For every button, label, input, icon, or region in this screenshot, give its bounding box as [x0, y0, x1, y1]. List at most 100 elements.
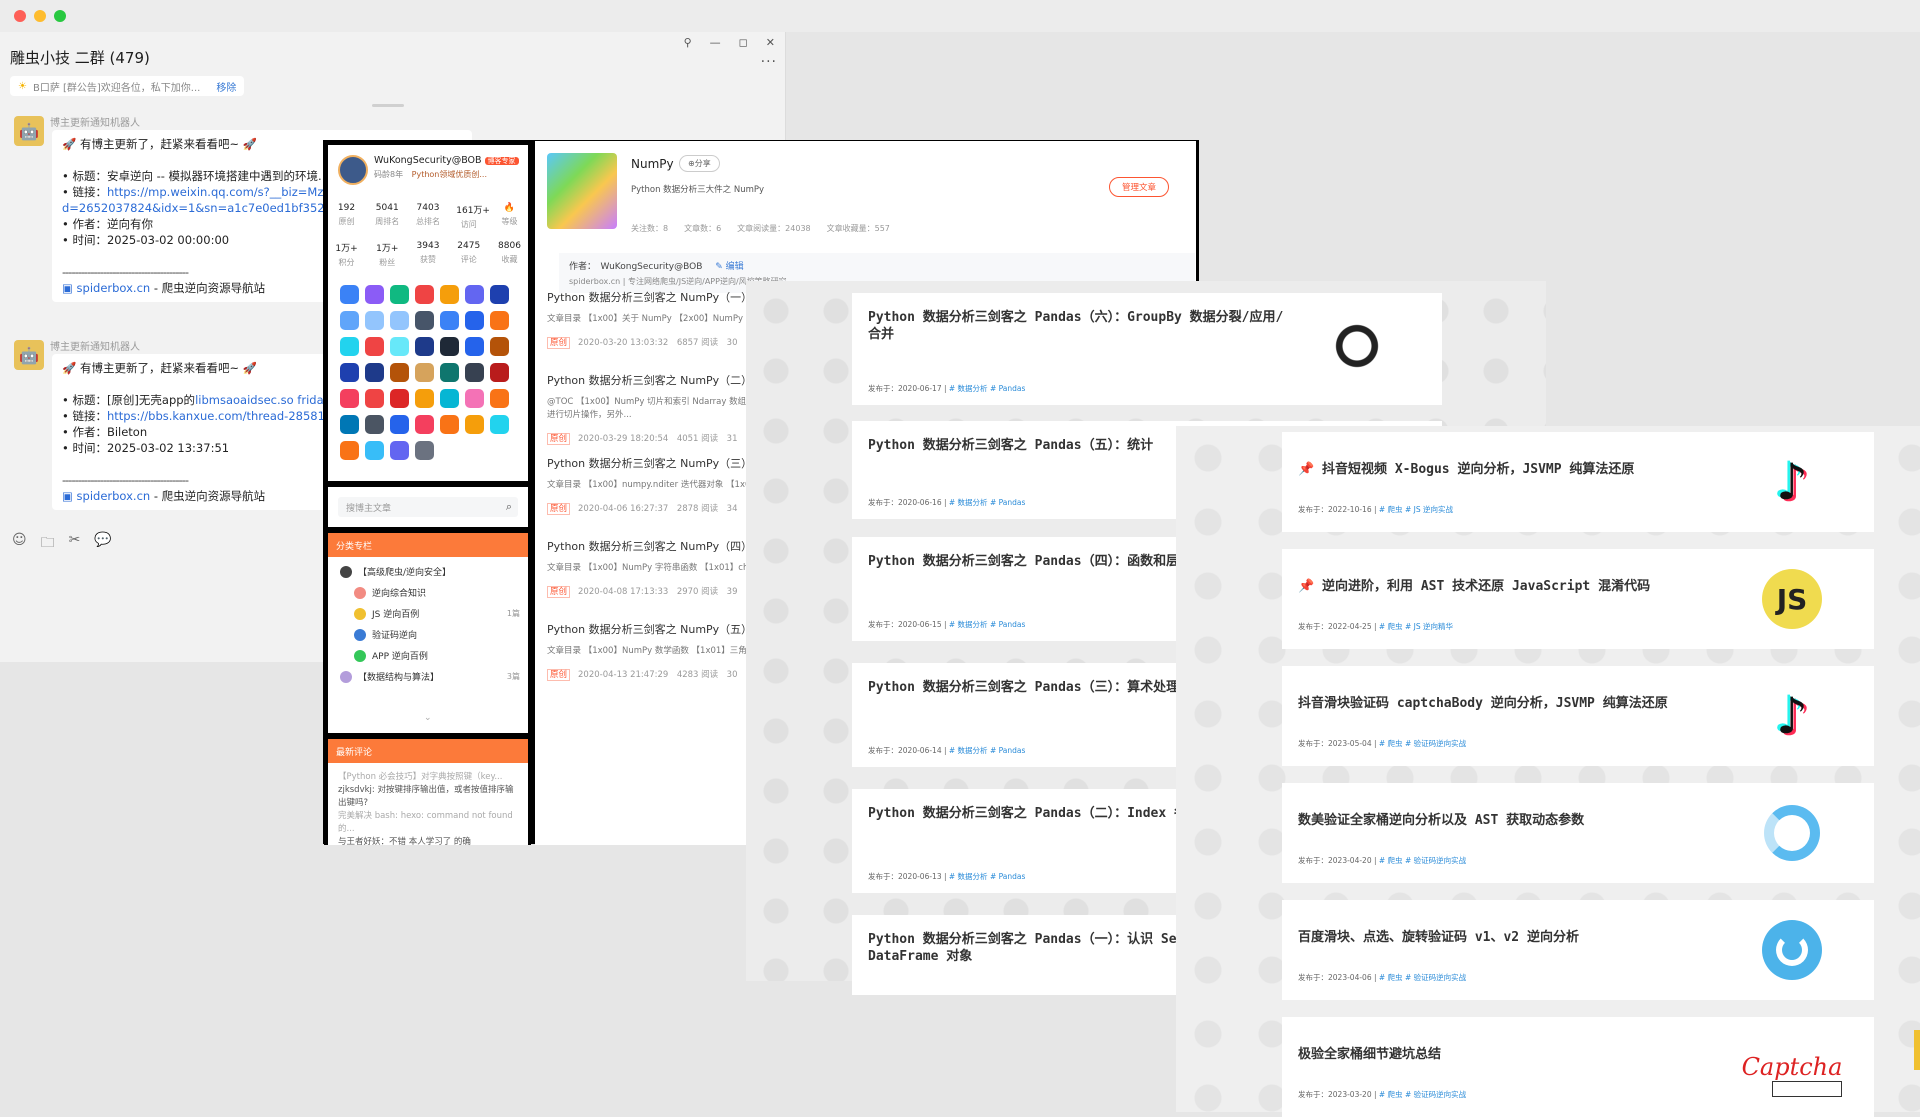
site-link[interactable]: spiderbox.cn: [77, 281, 151, 295]
tag-primary[interactable]: # 爬虫: [1379, 505, 1403, 514]
tag-primary[interactable]: # 爬虫: [1379, 973, 1403, 982]
chat-bubble-icon[interactable]: 💬: [94, 532, 111, 556]
achievement-badge-icon[interactable]: [365, 415, 384, 434]
share-button[interactable]: ⊕分享: [679, 155, 720, 172]
article-card[interactable]: 抖音滑块验证码 captchaBody 逆向分析，JSVMP 纯算法还原 发布于：…: [1282, 666, 1874, 766]
achievement-badge-icon[interactable]: [415, 285, 434, 304]
minimize-icon[interactable]: —: [710, 36, 721, 49]
tag-pandas[interactable]: # Pandas: [990, 384, 1025, 393]
close-window-button[interactable]: [14, 10, 26, 22]
achievement-badge-icon[interactable]: [390, 311, 409, 330]
achievement-badge-icon[interactable]: [340, 389, 359, 408]
achievement-badge-icon[interactable]: [415, 441, 434, 460]
category-item[interactable]: 【数据结构与算法】 3篇: [340, 670, 520, 683]
achievement-badge-icon[interactable]: [415, 363, 434, 382]
achievement-badge-icon[interactable]: [365, 285, 384, 304]
stat-item[interactable]: 8806 收藏: [497, 241, 522, 268]
achievement-badge-icon[interactable]: [415, 311, 434, 330]
category-item[interactable]: APP 逆向百例: [340, 649, 520, 662]
comment-item[interactable]: 与王者好妖：不错 本人学习了 的确: [338, 836, 518, 849]
achievement-badge-icon[interactable]: [390, 389, 409, 408]
remove-notice-button[interactable]: 移除: [216, 79, 236, 94]
tag-pandas[interactable]: # Pandas: [990, 620, 1025, 629]
achievement-badge-icon[interactable]: [415, 337, 434, 356]
article-card[interactable]: 极验全家桶细节避坑总结 发布于：2023-03-20 | # 爬虫 # 验证码逆向…: [1282, 1017, 1874, 1117]
achievement-badge-icon[interactable]: [390, 363, 409, 382]
stat-item[interactable]: 1万+ 积分: [334, 241, 359, 268]
group-notice-bar[interactable]: ☀ B口萨 [群公告]欢迎各位，私下加你... 移除: [10, 76, 245, 96]
tag-secondary[interactable]: # JS 逆向精华: [1405, 622, 1453, 631]
stat-item[interactable]: 7403 总排名: [416, 203, 441, 230]
achievement-badge-icon[interactable]: [390, 337, 409, 356]
achievement-badge-icon[interactable]: [465, 363, 484, 382]
tag-primary[interactable]: # 爬虫: [1379, 622, 1403, 631]
achievement-badge-icon[interactable]: [340, 337, 359, 356]
manage-articles-button[interactable]: 管理文章: [1109, 177, 1170, 197]
achievement-badge-icon[interactable]: [365, 311, 384, 330]
article-title-row[interactable]: 📌 逆向进阶，利用 AST 技术还原 JavaScript 混淆代码: [1298, 575, 1728, 594]
tag-secondary[interactable]: # 验证码逆向实战: [1405, 856, 1466, 865]
stat-item[interactable]: 161万+ 访问: [456, 203, 490, 230]
achievement-badge-icon[interactable]: [365, 441, 384, 460]
achievement-badge-icon[interactable]: [440, 389, 459, 408]
article-title[interactable]: Python 数据分析三剑客之 Pandas（六）：GroupBy 数据分裂/应…: [868, 309, 1288, 343]
stat-item[interactable]: 2475 评论: [456, 241, 481, 268]
achievement-badge-icon[interactable]: [390, 441, 409, 460]
message-link[interactable]: https://mp.weixin.qq.com/s?__biz=MzA: [107, 185, 331, 199]
achievement-badge-icon[interactable]: [415, 389, 434, 408]
tag-pandas[interactable]: # Pandas: [990, 872, 1025, 881]
article-card[interactable]: 📌 逆向进阶，利用 AST 技术还原 JavaScript 混淆代码 发布于：20…: [1282, 549, 1874, 649]
tag-secondary[interactable]: # 验证码逆向实战: [1405, 1090, 1466, 1099]
tag-data-analysis[interactable]: # 数据分析: [949, 746, 988, 755]
message-link[interactable]: d=2652037824&idx=1&sn=a1c7e0ed1bf35292: [62, 201, 339, 215]
category-item[interactable]: JS 逆向百例 1篇: [340, 607, 520, 620]
more-options-icon[interactable]: ···: [761, 54, 777, 70]
category-item[interactable]: 验证码逆向: [340, 628, 520, 641]
captcha-input-box[interactable]: [1772, 1081, 1842, 1097]
achievement-badge-icon[interactable]: [440, 337, 459, 356]
tag-pandas[interactable]: # Pandas: [990, 746, 1025, 755]
scissors-icon[interactable]: ✂: [69, 532, 81, 556]
article-card[interactable]: Python 数据分析三剑客之 Pandas（六）：GroupBy 数据分裂/应…: [852, 293, 1442, 405]
achievement-badge-icon[interactable]: [465, 389, 484, 408]
pin-icon[interactable]: ⚲: [684, 36, 692, 49]
maximize-icon[interactable]: ◻: [739, 36, 748, 49]
close-icon[interactable]: ✕: [766, 36, 775, 49]
site-link[interactable]: spiderbox.cn: [77, 489, 151, 503]
tag-primary[interactable]: # 爬虫: [1379, 856, 1403, 865]
robot-avatar[interactable]: 🤖: [14, 116, 44, 146]
achievement-badge-icon[interactable]: [365, 337, 384, 356]
achievement-badge-icon[interactable]: [490, 311, 509, 330]
tag-primary[interactable]: # 爬虫: [1379, 1090, 1403, 1099]
edit-button[interactable]: ✎ 编辑: [715, 262, 743, 272]
stat-item[interactable]: 5041 周排名: [375, 203, 400, 230]
profile-name[interactable]: WuKongSecurity@BOB: [374, 155, 482, 166]
achievement-badge-icon[interactable]: [340, 311, 359, 330]
achievement-badge-icon[interactable]: [415, 415, 434, 434]
search-icon[interactable]: ⌕: [506, 500, 512, 514]
achievement-badge-icon[interactable]: [340, 363, 359, 382]
achievement-badge-icon[interactable]: [490, 415, 509, 434]
achievement-badge-icon[interactable]: [465, 415, 484, 434]
article-title-row[interactable]: 极验全家桶细节避坑总结: [1298, 1043, 1728, 1062]
achievement-badge-icon[interactable]: [440, 363, 459, 382]
message-link[interactable]: https://bbs.kanxue.com/thread-285811: [107, 409, 332, 423]
achievement-badge-icon[interactable]: [490, 363, 509, 382]
achievement-badge-icon[interactable]: [365, 363, 384, 382]
tag-secondary[interactable]: # JS 逆向实战: [1405, 505, 1453, 514]
article-title-row[interactable]: 抖音滑块验证码 captchaBody 逆向分析，JSVMP 纯算法还原: [1298, 692, 1728, 711]
article-card[interactable]: 数美验证全家桶逆向分析以及 AST 获取动态参数 发布于：2023-04-20 |…: [1282, 783, 1874, 883]
comment-item[interactable]: zjksdvkj: 对按键排序输出值，或者按值排序输出键吗?: [338, 784, 518, 810]
tag-secondary[interactable]: # 验证码逆向实战: [1405, 739, 1466, 748]
emoji-icon[interactable]: ☺: [12, 532, 27, 556]
article-title[interactable]: 极验全家桶细节避坑总结: [1298, 1047, 1441, 1062]
article-title-row[interactable]: 数美验证全家桶逆向分析以及 AST 获取动态参数: [1298, 809, 1728, 828]
tag-data-analysis[interactable]: # 数据分析: [949, 498, 988, 507]
expand-categories-icon[interactable]: ⌄: [424, 713, 432, 723]
article-title-row[interactable]: 📌 抖音短视频 X-Bogus 逆向分析，JSVMP 纯算法还原: [1298, 458, 1728, 477]
achievement-badge-icon[interactable]: [440, 285, 459, 304]
article-title[interactable]: 抖音滑块验证码 captchaBody 逆向分析，JSVMP 纯算法还原: [1298, 696, 1668, 711]
stat-item[interactable]: 🔥 等级: [497, 203, 522, 230]
achievement-badge-icon[interactable]: [390, 285, 409, 304]
achievement-badge-icon[interactable]: [390, 415, 409, 434]
